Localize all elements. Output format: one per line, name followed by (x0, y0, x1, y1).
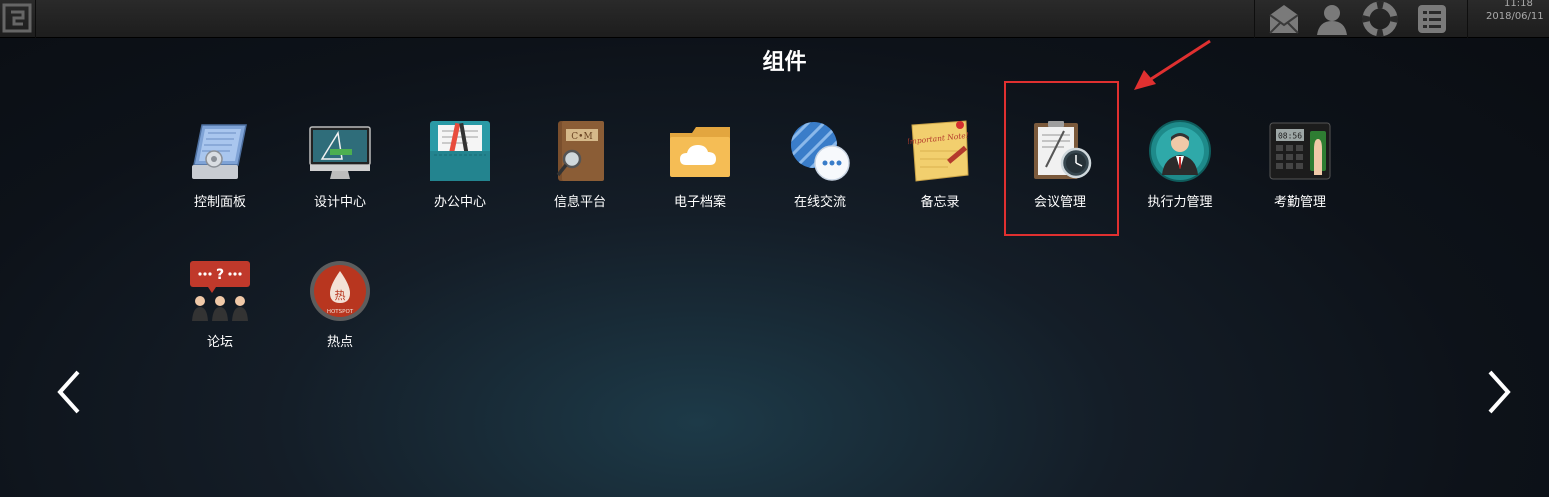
app-label: 执行力管理 (1147, 195, 1213, 210)
svg-text:热: 热 (335, 289, 346, 302)
control-panel-icon (192, 124, 247, 179)
top-taskbar: 11:18 2018/06/11 (0, 0, 1549, 38)
app-hotspot[interactable]: 热 HOTSPOT 热点 (280, 253, 400, 363)
forum-icon: ? (190, 261, 250, 321)
mail-icon[interactable] (1262, 0, 1302, 38)
app-label: 控制面板 (193, 195, 246, 210)
highlight-box (1004, 81, 1119, 236)
user-icon[interactable] (1310, 0, 1350, 38)
annotation-arrow (1134, 39, 1211, 90)
svg-text:HOTSPOT: HOTSPOT (327, 309, 354, 315)
help-lifebuoy-icon[interactable] (1358, 0, 1398, 38)
app-execution-management[interactable]: 执行力管理 (1120, 113, 1240, 223)
app-label: 热点 (326, 335, 353, 350)
start-logo-icon (2, 3, 32, 33)
app-label: 备忘录 (920, 195, 960, 210)
app-design-center[interactable]: 设计中心 (280, 113, 400, 223)
app-label: 在线交流 (793, 195, 846, 210)
next-page-button[interactable] (1482, 368, 1518, 416)
attendance-icon: 08:56 (1269, 122, 1331, 180)
svg-text:?: ? (216, 267, 224, 283)
app-forum[interactable]: ? 论坛 (160, 253, 280, 363)
execution-management-icon (1149, 120, 1211, 182)
app-label: 论坛 (206, 335, 233, 350)
app-control-panel[interactable]: 控制面板 (160, 113, 280, 223)
app-office-center[interactable]: 办公中心 (400, 113, 520, 223)
online-chat-icon (791, 122, 850, 181)
app-label: 考勤管理 (1273, 195, 1326, 210)
clock-date: 2018/06/11 (1486, 11, 1544, 22)
design-center-icon (309, 126, 371, 179)
clock-time: 11:18 (1504, 0, 1533, 9)
chevron-right-icon (1488, 370, 1511, 414)
app-online-chat[interactable]: 在线交流 (760, 113, 880, 223)
e-archive-icon (670, 127, 730, 177)
app-label: 信息平台 (553, 195, 606, 210)
list-menu-icon[interactable] (1410, 0, 1450, 38)
app-label: 设计中心 (313, 195, 366, 210)
app-label: 电子档案 (673, 195, 726, 210)
system-clock: 11:18 2018/06/11 (1486, 0, 1549, 38)
info-platform-icon: C•M (556, 121, 604, 181)
page-title: 组件 (762, 50, 807, 75)
app-e-archive[interactable]: 电子档案 (640, 113, 760, 223)
app-info-platform[interactable]: C•M 信息平台 (520, 113, 640, 223)
office-center-icon (430, 121, 490, 181)
svg-text:C•M: C•M (571, 132, 592, 142)
app-attendance[interactable]: 08:56 考勤管理 (1240, 113, 1360, 223)
chevron-left-icon (57, 370, 80, 414)
memo-icon: Important Note! (908, 120, 969, 182)
app-label: 办公中心 (433, 195, 486, 210)
previous-page-button[interactable] (52, 368, 88, 416)
start-menu-button[interactable] (0, 0, 36, 38)
app-memo[interactable]: Important Note! 备忘录 (880, 113, 1000, 223)
svg-text:08:56: 08:56 (1278, 132, 1302, 141)
hotspot-icon: 热 HOTSPOT (310, 261, 370, 321)
